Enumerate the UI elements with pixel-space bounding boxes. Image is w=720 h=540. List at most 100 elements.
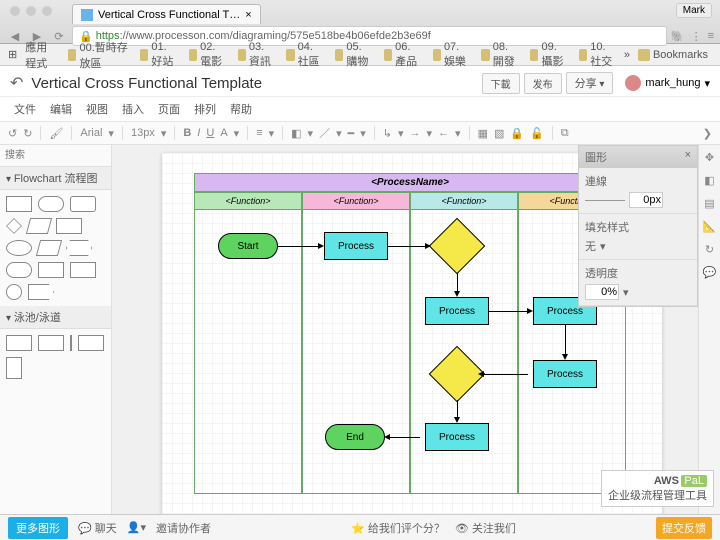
bookmark-item[interactable]: 09.攝影 (526, 40, 571, 70)
link-button[interactable]: ⧉ (561, 127, 569, 140)
shape-lane-h[interactable] (78, 335, 104, 351)
back-button2[interactable]: ▧ (494, 127, 504, 140)
more-shapes-button[interactable]: 更多图形 (8, 517, 68, 539)
undo-button[interactable]: ↺ (8, 127, 17, 140)
menu-view[interactable]: 视图 (86, 101, 108, 117)
menu-help[interactable]: 帮助 (230, 101, 252, 117)
fill-select[interactable]: 无 (585, 238, 596, 254)
linewidth-button[interactable]: ━ (348, 127, 355, 140)
feedback-button[interactable]: 提交反馈 (656, 517, 712, 539)
bookmark-item[interactable]: 應用程式 (21, 38, 60, 72)
bookmark-item[interactable]: Bookmarks (634, 48, 712, 62)
swimlane-title[interactable]: <ProcessName> (194, 173, 626, 192)
shape-trap[interactable] (36, 240, 62, 256)
redo-button[interactable]: ↻ (23, 127, 32, 140)
menu-icon[interactable]: ≡ (708, 30, 714, 43)
shape-parallel[interactable] (26, 218, 52, 234)
arrow-start-button[interactable]: → (410, 127, 421, 139)
metrics-icon[interactable]: 📐 (703, 220, 717, 233)
shape-rect3[interactable] (56, 218, 82, 234)
shape-lane-v[interactable] (6, 357, 22, 379)
bookmark-item[interactable]: 05.購物 (331, 40, 376, 70)
shape-diamond[interactable] (6, 218, 22, 234)
shape-ellipse[interactable] (6, 240, 32, 256)
panel-close-icon[interactable]: × (685, 149, 691, 165)
panel-flowchart[interactable]: ▾ Flowchart 流程图 (0, 167, 111, 190)
chat-button[interactable]: 💬 聊天 (78, 520, 117, 536)
font-select[interactable]: Arial (80, 127, 102, 139)
bookmark-item[interactable]: 03.資訊 (234, 40, 279, 70)
shape-pent[interactable] (28, 284, 54, 300)
bookmark-item[interactable]: 06.產品 (380, 40, 425, 70)
unlock-button[interactable]: 🔓 (530, 127, 544, 140)
front-button[interactable]: ▦ (478, 127, 488, 140)
shape-card[interactable] (70, 262, 96, 278)
publish-button[interactable]: 发布 (524, 73, 562, 94)
menu-edit[interactable]: 编辑 (50, 101, 72, 117)
brush-button[interactable]: 🖌 (49, 127, 63, 140)
bold-button[interactable]: B (183, 127, 191, 139)
app-back-button[interactable]: ↶ (10, 73, 23, 93)
shape-pool-v[interactable] (38, 335, 64, 351)
rate-link[interactable]: ⭐ 给我们评个分？ (351, 520, 445, 536)
canvas[interactable]: <ProcessName> <Function> <Function> <Fun… (112, 145, 720, 535)
extension-icon[interactable]: ⋮ (691, 30, 702, 43)
browser-tab[interactable]: Vertical Cross Functional T…× (72, 4, 261, 24)
shape-doc[interactable] (38, 262, 64, 278)
bookmark-item[interactable]: 02.電影 (185, 40, 230, 70)
comment-icon[interactable]: 💬 (703, 266, 717, 279)
line-button[interactable]: ／ (319, 125, 330, 141)
shape-circle[interactable] (6, 284, 22, 300)
linestyle-select[interactable] (585, 200, 625, 201)
node-process-5[interactable]: Process (425, 423, 489, 451)
italic-button[interactable]: I (197, 127, 200, 139)
collab-avatar[interactable]: 👤▾ (127, 521, 146, 534)
align-button[interactable]: ≡ (256, 127, 262, 139)
properties-panel[interactable]: 圖形× 連線 填充样式 无 ▾ 透明度 ▾ (578, 145, 698, 307)
shape-rect2[interactable] (70, 196, 96, 212)
shape-pool-h[interactable] (6, 335, 32, 351)
node-process-2[interactable]: Process (425, 297, 489, 325)
nav-icon[interactable]: ✥ (705, 151, 714, 164)
lock-button[interactable]: 🔒 (510, 127, 524, 140)
node-process-4[interactable]: Process (533, 360, 597, 388)
document-title[interactable]: Vertical Cross Functional Template (31, 75, 262, 92)
menu-file[interactable]: 文件 (14, 101, 36, 117)
username[interactable]: mark_hung (645, 77, 700, 89)
avatar[interactable] (625, 75, 641, 91)
shape-hex[interactable] (66, 240, 92, 256)
shape-roundrect[interactable] (38, 196, 64, 212)
menu-arrange[interactable]: 排列 (194, 101, 216, 117)
follow-link[interactable]: 👁 关注我们 (455, 520, 516, 536)
share-button[interactable]: 分享 ▾ (566, 72, 614, 94)
fontsize-select[interactable]: 13px (131, 127, 155, 139)
evernote-icon[interactable]: 🐘 (671, 30, 685, 43)
node-process-1[interactable]: Process (324, 232, 388, 260)
linewidth-input[interactable] (629, 192, 663, 208)
bookmark-item[interactable]: 07.娛樂 (429, 40, 474, 70)
download-button[interactable]: 下載 (482, 73, 520, 94)
bookmark-item[interactable]: 10.社交 (575, 40, 620, 70)
panel-swimlane[interactable]: ▾ 泳池/泳道 (0, 306, 111, 329)
node-end[interactable]: End (325, 424, 385, 450)
shape-sep[interactable] (70, 335, 72, 351)
fontcolor-button[interactable]: A (220, 127, 227, 139)
shape-rect[interactable] (6, 196, 32, 212)
fill-button[interactable]: ◧ (291, 127, 301, 140)
page-icon[interactable]: ▤ (704, 197, 714, 210)
lane-header-1[interactable]: <Function> (194, 192, 302, 210)
bookmark-item[interactable]: 00.暫時存放區 (64, 38, 132, 72)
node-start[interactable]: Start (218, 233, 278, 259)
connector-button[interactable]: ↳ (383, 127, 392, 140)
invite-button[interactable]: 邀请协作者 (156, 520, 211, 536)
bookmark-item[interactable]: 01.好站 (136, 40, 181, 70)
close-icon[interactable]: × (245, 9, 251, 21)
bookmark-item[interactable]: 08.開發 (477, 40, 522, 70)
bookmark-item[interactable]: 04.社區 (282, 40, 327, 70)
menu-page[interactable]: 页面 (158, 101, 180, 117)
style-icon[interactable]: ◧ (704, 174, 714, 187)
menu-insert[interactable]: 插入 (122, 101, 144, 117)
arrow-end-button[interactable]: ← (438, 127, 449, 139)
shape-term[interactable] (6, 262, 32, 278)
history-icon[interactable]: ↻ (705, 243, 714, 256)
